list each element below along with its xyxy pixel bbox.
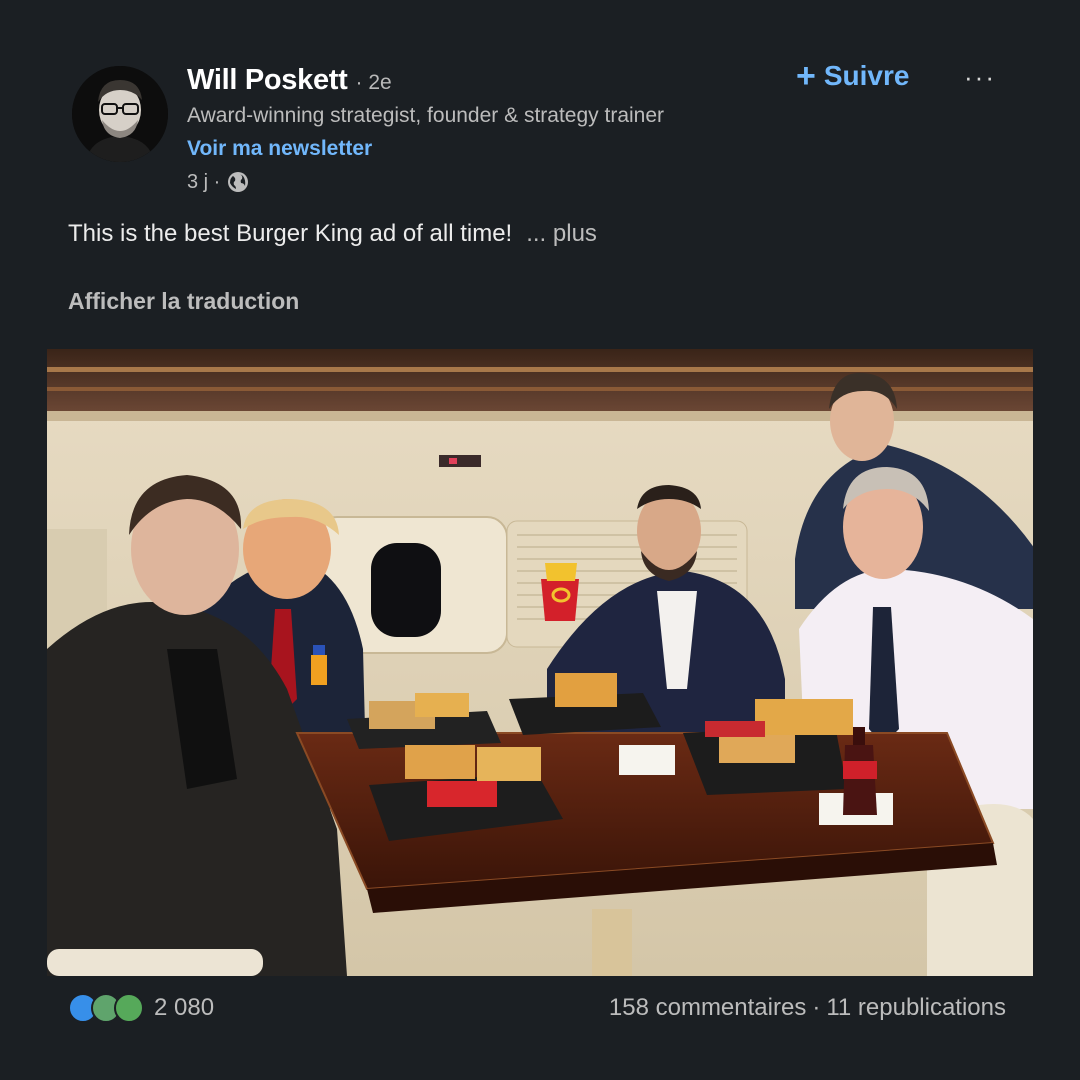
author-avatar[interactable] xyxy=(72,66,168,162)
reactions-summary[interactable]: 2 080 xyxy=(68,993,214,1023)
follow-label: Suivre xyxy=(823,60,910,91)
author-name-line: Will Poskett · 2e xyxy=(187,64,392,100)
author-name[interactable]: Will Poskett xyxy=(187,64,348,97)
newsletter-link[interactable]: Voir ma newsletter xyxy=(187,137,372,161)
stats-separator: · xyxy=(812,994,821,1021)
author-headline: Award-winning strategist, founder & stra… xyxy=(187,104,665,127)
support-icon xyxy=(114,993,144,1023)
post-meta: 3 j · xyxy=(187,170,250,194)
post-time: 3 j · xyxy=(187,170,221,193)
comments-count-link[interactable]: 158 commentaires xyxy=(609,994,806,1022)
plus-icon: + xyxy=(796,57,816,95)
ellipsis-icon: ··· xyxy=(964,62,996,92)
reaction-count: 2 080 xyxy=(154,994,215,1021)
author-avatar-image xyxy=(72,66,168,162)
post-image[interactable] xyxy=(47,349,1033,976)
more-options-button[interactable]: ··· xyxy=(964,62,996,93)
connection-degree: · 2e xyxy=(355,71,392,94)
post-photo-illustration xyxy=(47,349,1033,976)
post-text: This is the best Burger King ad of all t… xyxy=(68,220,597,248)
engagement-stats: 158 commentaires · 11 republications xyxy=(609,994,1006,1022)
follow-button[interactable]: + Suivre xyxy=(796,57,910,95)
see-more-link[interactable]: ... plus xyxy=(526,220,597,247)
reaction-icons xyxy=(68,993,144,1023)
show-translation-button[interactable]: Afficher la traduction xyxy=(68,288,299,315)
globe-icon xyxy=(228,172,249,192)
reposts-count-link[interactable]: 11 republications xyxy=(826,994,1006,1022)
post-body: This is the best Burger King ad of all t… xyxy=(68,220,513,247)
